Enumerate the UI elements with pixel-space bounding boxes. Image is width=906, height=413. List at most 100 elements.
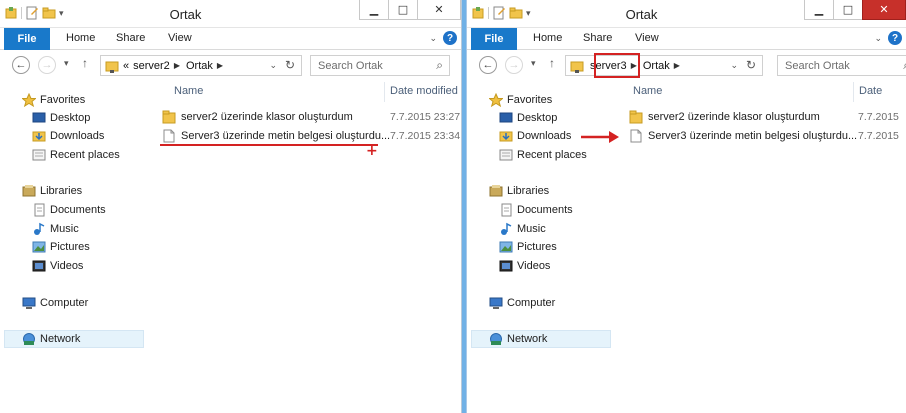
nav-videos[interactable]: Videos — [499, 257, 550, 275]
nav-network[interactable]: Network — [471, 330, 611, 348]
nav-libraries[interactable]: Libraries — [489, 182, 549, 200]
column-header-name[interactable]: Name — [633, 85, 662, 97]
navigation-bar: ← → ▾ ↑ « server2 ▶ Ortak ▶ ⌄ ↻ Search O… — [0, 50, 461, 80]
file-row[interactable]: server2 üzerinde klasor oluşturdum 7.7.2… — [162, 108, 461, 126]
minimize-button[interactable]: ▁ — [359, 0, 389, 20]
title-bar: ▾ Ortak ▁ □ ✕ — [467, 0, 906, 28]
column-separator[interactable] — [384, 82, 385, 102]
nav-label: Documents — [50, 204, 106, 216]
minimize-button[interactable]: ▁ — [804, 0, 834, 20]
tab-home[interactable]: Home — [533, 32, 562, 44]
nav-recent-places[interactable]: Recent places — [499, 146, 587, 164]
file-name: Server3 üzerinde metin belgesi oluşturdu… — [181, 130, 391, 142]
network-folder-icon — [570, 59, 584, 73]
tab-view[interactable]: View — [635, 32, 659, 44]
column-header-date[interactable]: Date modified — [390, 85, 458, 97]
nav-label: Recent places — [50, 149, 120, 161]
refresh-icon[interactable]: ↻ — [285, 58, 295, 72]
breadcrumb-folder[interactable]: Ortak — [186, 60, 213, 72]
nav-music[interactable]: Music — [499, 220, 546, 238]
nav-pictures[interactable]: Pictures — [499, 238, 557, 256]
search-icon[interactable]: ⌕ — [436, 58, 443, 73]
nav-label: Videos — [50, 260, 84, 272]
nav-documents[interactable]: Documents — [32, 201, 106, 219]
navigation-bar: ← → ▾ ↑ server3 ▶ Ortak ▶ ⌄ ↻ Search Ort… — [467, 50, 906, 80]
file-name: server2 üzerinde klasor oluşturdum — [181, 111, 353, 123]
nav-label: Libraries — [507, 185, 550, 197]
forward-button[interactable]: → — [505, 56, 523, 74]
videos-icon — [32, 259, 46, 273]
help-icon[interactable]: ? — [888, 31, 902, 45]
breadcrumb-separator-icon[interactable]: ▶ — [674, 61, 680, 70]
nav-desktop[interactable]: Desktop — [32, 109, 90, 127]
expand-ribbon-icon[interactable]: ⌄ — [429, 33, 437, 44]
nav-label: Computer — [507, 297, 556, 309]
file-row[interactable]: Server3 üzerinde metin belgesi oluşturdu… — [162, 127, 461, 145]
nav-recent-places[interactable]: Recent places — [32, 146, 120, 164]
forward-button[interactable]: → — [38, 56, 56, 74]
up-arrow-icon[interactable]: ↑ — [549, 56, 555, 70]
nav-label: Pictures — [50, 241, 90, 253]
help-icon[interactable]: ? — [443, 31, 457, 45]
nav-label: Network — [507, 333, 548, 345]
file-row[interactable]: server2 üzerinde klasor oluşturdum 7.7.2… — [629, 108, 906, 126]
address-dropdown-icon[interactable]: ⌄ — [730, 60, 738, 71]
breadcrumb-server[interactable]: server2 — [133, 60, 170, 72]
file-date: 7.7.2015 — [858, 111, 899, 123]
nav-computer[interactable]: Computer — [22, 294, 88, 312]
tab-home[interactable]: Home — [66, 32, 95, 44]
column-header-name[interactable]: Name — [174, 85, 203, 97]
address-dropdown-icon[interactable]: ⌄ — [269, 60, 277, 71]
recent-locations-icon[interactable]: ▾ — [531, 58, 536, 69]
address-bar[interactable]: « server2 ▶ Ortak ▶ ⌄ ↻ — [100, 55, 302, 76]
nav-downloads[interactable]: Downloads — [499, 127, 571, 145]
nav-videos[interactable]: Videos — [32, 257, 83, 275]
nav-libraries[interactable]: Libraries — [22, 182, 82, 200]
nav-desktop[interactable]: Desktop — [499, 109, 557, 127]
nav-pictures[interactable]: Pictures — [32, 238, 90, 256]
window-title: Ortak — [625, 7, 658, 22]
file-row[interactable]: Server3 üzerinde metin belgesi oluşturdu… — [629, 127, 906, 145]
file-date: 7.7.2015 — [858, 130, 899, 142]
nav-favorites[interactable]: Favorites — [21, 91, 85, 109]
nav-downloads[interactable]: Downloads — [32, 127, 104, 145]
recent-locations-icon[interactable]: ▾ — [64, 58, 69, 69]
tab-file[interactable]: File — [471, 28, 517, 50]
libraries-icon — [489, 184, 503, 198]
breadcrumb-overflow[interactable]: « — [123, 60, 129, 72]
back-button[interactable]: ← — [479, 56, 497, 74]
search-box[interactable]: Search Ortak ⌕ — [777, 55, 906, 76]
maximize-button[interactable]: □ — [833, 0, 863, 20]
close-button[interactable]: ✕ — [417, 0, 461, 20]
breadcrumb-separator-icon[interactable]: ▶ — [217, 61, 223, 70]
tab-view[interactable]: View — [168, 32, 192, 44]
window-title: Ortak — [169, 7, 202, 22]
nav-music[interactable]: Music — [32, 220, 79, 238]
refresh-icon[interactable]: ↻ — [746, 58, 756, 72]
back-button[interactable]: ← — [12, 56, 30, 74]
nav-network[interactable]: Network — [4, 330, 144, 348]
nav-favorites[interactable]: Favorites — [488, 91, 552, 109]
nav-documents[interactable]: Documents — [499, 201, 573, 219]
column-separator[interactable] — [853, 82, 854, 102]
expand-ribbon-icon[interactable]: ⌄ — [874, 33, 882, 44]
recent-places-icon — [499, 148, 513, 162]
column-header-date[interactable]: Date — [859, 85, 882, 97]
downloads-icon — [499, 129, 513, 143]
breadcrumb-separator-icon[interactable]: ▶ — [174, 61, 180, 70]
tab-share[interactable]: Share — [583, 32, 612, 44]
ribbon-tabs: File Home Share View ⌄ ? — [467, 28, 906, 50]
tab-share[interactable]: Share — [116, 32, 145, 44]
nav-label: Music — [517, 223, 546, 235]
close-button[interactable]: ✕ — [862, 0, 906, 20]
file-list: Name Date server2 üzerinde klasor oluştu… — [617, 82, 906, 413]
search-box[interactable]: Search Ortak ⌕ — [310, 55, 450, 76]
file-date: 7.7.2015 23:27 — [390, 111, 461, 123]
up-arrow-icon[interactable]: ↑ — [82, 56, 88, 70]
nav-label: Recent places — [517, 149, 587, 161]
maximize-button[interactable]: □ — [388, 0, 418, 20]
nav-computer[interactable]: Computer — [489, 294, 555, 312]
caption-buttons: ▁ □ ✕ — [804, 0, 906, 20]
tab-file[interactable]: File — [4, 28, 50, 50]
breadcrumb-folder[interactable]: Ortak — [643, 60, 670, 72]
